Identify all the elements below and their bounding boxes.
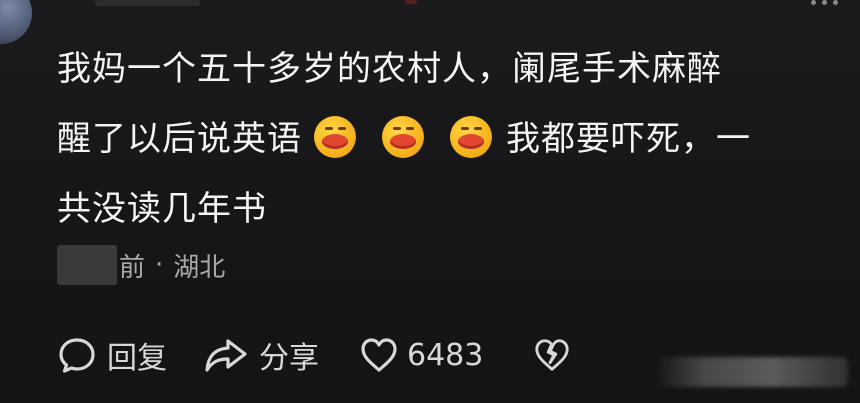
comment-screen: 我妈一个五十多岁的农村人，阑尾手术麻醉 醒了以后说英语 我都要吓死，一 共没读几年… (0, 0, 860, 403)
heart-icon (359, 335, 399, 375)
comment-meta: 前 · 湖北 (57, 242, 225, 288)
share-arrow-icon (203, 335, 249, 375)
more-options-icon[interactable] (811, 0, 838, 5)
reply-button[interactable]: 回复 (57, 333, 167, 377)
comment-actions: 回复 分享 6483 (57, 333, 571, 377)
comment-line-3: 共没读几年书 (57, 189, 267, 229)
avatar[interactable] (0, 0, 32, 44)
comment-line-2-end: 我都要吓死，一 (506, 119, 751, 159)
watermark (658, 357, 848, 387)
dislike-button[interactable] (533, 336, 571, 374)
more-dot (811, 0, 816, 5)
timestamp-blur (57, 245, 117, 285)
more-dot (833, 0, 838, 5)
timestamp-suffix: 前 (119, 252, 146, 283)
username-blur (95, 0, 200, 6)
comment-line-1: 我妈一个五十多岁的农村人，阑尾手术麻醉 (57, 49, 722, 89)
kiss-emoji-icon (314, 116, 356, 158)
top-decoration (405, 0, 417, 4)
more-dot (822, 0, 827, 5)
comment-line-2-start: 醒了以后说英语 (57, 119, 302, 159)
like-count: 6483 (407, 337, 484, 373)
chat-bubble-icon (57, 335, 97, 375)
meta-separator: · (155, 250, 164, 280)
like-button[interactable]: 6483 (359, 335, 483, 375)
broken-heart-icon (533, 336, 571, 374)
share-label: 分享 (259, 341, 319, 376)
reply-label: 回复 (107, 341, 167, 376)
comment-text: 我妈一个五十多岁的农村人，阑尾手术麻醉 醒了以后说英语 我都要吓死，一 共没读几年… (57, 34, 837, 244)
kiss-emoji-icon (382, 116, 424, 158)
comment-line-2: 醒了以后说英语 我都要吓死，一 (57, 104, 837, 174)
share-button[interactable]: 分享 (203, 333, 319, 377)
kiss-emoji-icon (450, 116, 492, 158)
location-label: 湖北 (173, 252, 226, 283)
